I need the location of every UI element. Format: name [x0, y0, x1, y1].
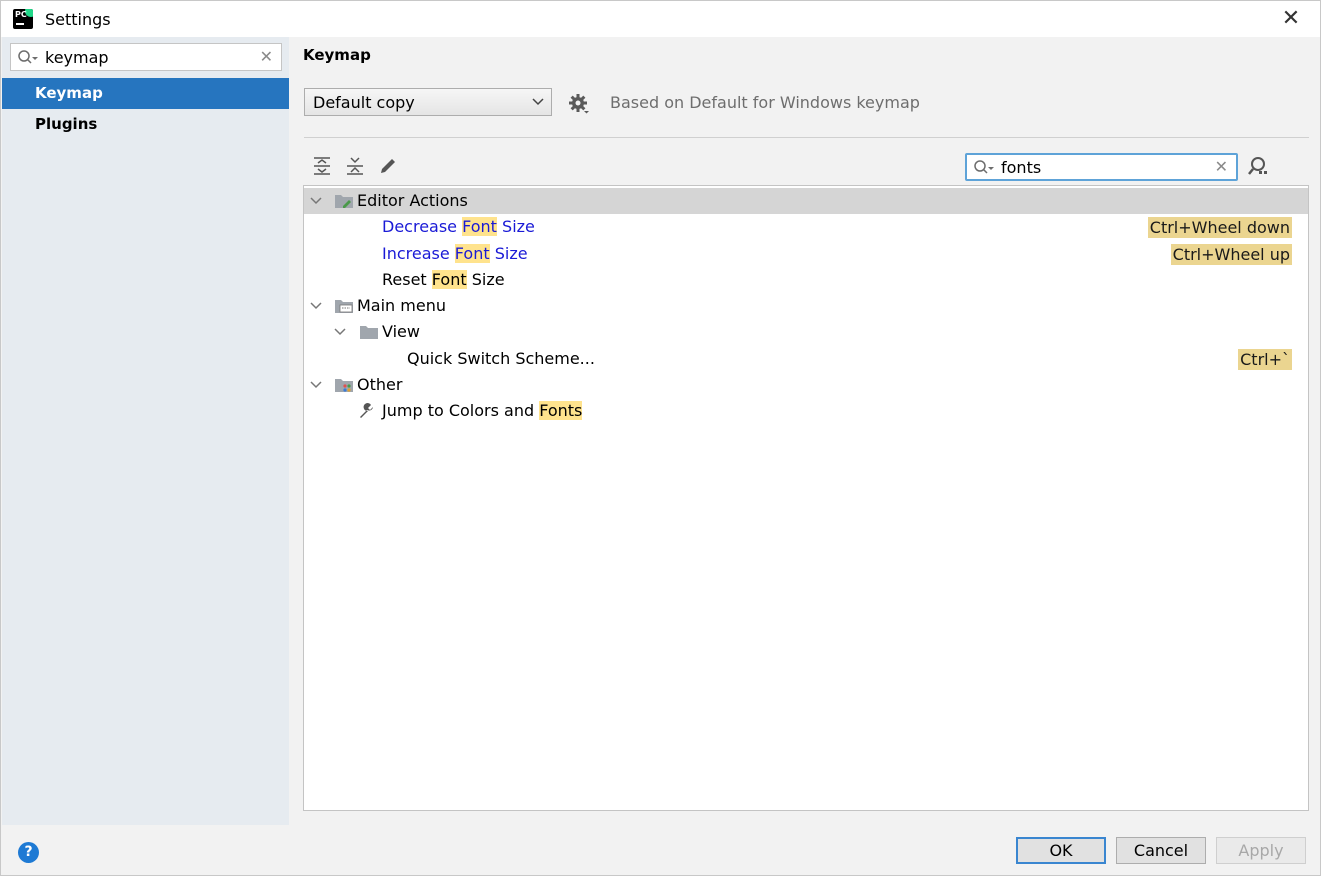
- page-title: Keymap: [303, 46, 371, 64]
- label-prefix: Increase: [382, 244, 455, 263]
- shortcut-badge: Ctrl+`: [1238, 349, 1292, 370]
- keymap-search-input[interactable]: fonts ✕: [965, 153, 1238, 181]
- help-button[interactable]: ?: [18, 842, 39, 863]
- settings-search-input[interactable]: keymap ✕: [10, 43, 282, 71]
- tree-row-view[interactable]: View: [304, 319, 1308, 345]
- label-prefix: Jump to Colors and: [382, 401, 540, 420]
- label-prefix: Reset: [382, 270, 432, 289]
- title-bar: PC Settings ✕: [1, 1, 1320, 37]
- close-icon[interactable]: ✕: [1278, 6, 1304, 32]
- chevron-down-icon[interactable]: [308, 188, 324, 214]
- keymap-tree: Editor Actions Decrease Font Size Ctrl+W…: [303, 185, 1309, 811]
- search-match: Fonts: [539, 401, 583, 420]
- tree-label-main-menu: Main menu: [357, 296, 446, 315]
- tree-row-editor-actions[interactable]: Editor Actions: [304, 188, 1308, 214]
- action-label: Reset Font Size: [382, 267, 505, 293]
- action-label: Quick Switch Scheme...: [407, 349, 595, 368]
- other-folder-icon: [335, 379, 353, 392]
- sidebar-item-plugins[interactable]: Plugins: [2, 109, 289, 140]
- label-suffix: Size: [496, 217, 535, 236]
- chevron-down-icon[interactable]: [308, 293, 324, 319]
- chevron-down-icon[interactable]: [308, 372, 324, 398]
- tree-label-editor-actions: Editor Actions: [357, 191, 468, 210]
- settings-sidebar: keymap ✕ Keymap Plugins: [2, 37, 289, 825]
- action-label: Increase Font Size: [382, 241, 528, 267]
- keymap-select[interactable]: Default copy: [304, 88, 552, 116]
- label-suffix: Size: [489, 244, 528, 263]
- cancel-button[interactable]: Cancel: [1116, 837, 1206, 864]
- clear-search-icon[interactable]: ✕: [260, 47, 273, 66]
- shortcut-badge: Ctrl+Wheel down: [1147, 217, 1292, 238]
- pycharm-logo-icon: PC: [13, 9, 33, 29]
- tree-label-other: Other: [357, 375, 403, 394]
- ok-button[interactable]: OK: [1016, 837, 1106, 864]
- settings-search-value: keymap: [45, 48, 109, 67]
- label-prefix: Decrease: [382, 217, 463, 236]
- search-match: Font: [431, 270, 467, 289]
- chevron-down-icon: [532, 98, 544, 106]
- gear-icon[interactable]: [567, 92, 591, 116]
- tree-row-main-menu[interactable]: Main menu: [304, 293, 1308, 319]
- settings-window: PC Settings ✕ keymap ✕ Keymap Plugins Ke…: [0, 0, 1321, 876]
- divider: [304, 137, 1309, 138]
- main-menu-folder-icon: [335, 300, 353, 313]
- tree-row-decrease-font-size[interactable]: Decrease Font Size Ctrl+Wheel down: [304, 214, 1308, 240]
- chevron-down-icon[interactable]: [332, 319, 348, 345]
- tree-row-reset-font-size[interactable]: Reset Font Size: [304, 267, 1308, 293]
- keymap-select-value: Default copy: [313, 93, 415, 112]
- tree-row-jump-to-colors-and-fonts[interactable]: Jump to Colors and Fonts: [304, 398, 1308, 424]
- search-icon: [974, 160, 994, 174]
- keymap-search-value: fonts: [1001, 158, 1042, 177]
- expand-all-icon[interactable]: [311, 155, 333, 177]
- edit-icon[interactable]: [377, 155, 399, 177]
- shortcut-badge: Ctrl+Wheel up: [1170, 244, 1292, 265]
- tree-row-increase-font-size[interactable]: Increase Font Size Ctrl+Wheel up: [304, 241, 1308, 267]
- clear-search-icon[interactable]: ✕: [1215, 157, 1228, 176]
- search-match: Font: [462, 217, 497, 236]
- apply-button[interactable]: Apply: [1216, 837, 1306, 864]
- wrench-icon: [360, 403, 373, 418]
- search-match: Font: [454, 244, 490, 263]
- window-title: Settings: [45, 10, 111, 29]
- based-on-label: Based on Default for Windows keymap: [610, 93, 920, 112]
- tree-row-other[interactable]: Other: [304, 372, 1308, 398]
- find-by-shortcut-icon[interactable]: [1246, 155, 1270, 179]
- collapse-all-icon[interactable]: [344, 155, 366, 177]
- search-icon: [18, 50, 38, 64]
- folder-icon: [360, 326, 378, 339]
- tree-row-quick-switch-scheme[interactable]: Quick Switch Scheme... Ctrl+`: [304, 346, 1308, 372]
- label-suffix: Size: [466, 270, 505, 289]
- editor-actions-folder-icon: [335, 195, 353, 208]
- sidebar-item-keymap[interactable]: Keymap: [2, 78, 289, 109]
- action-label: Jump to Colors and Fonts: [382, 398, 583, 424]
- action-label: Decrease Font Size: [382, 214, 535, 240]
- tree-label-view: View: [382, 322, 420, 341]
